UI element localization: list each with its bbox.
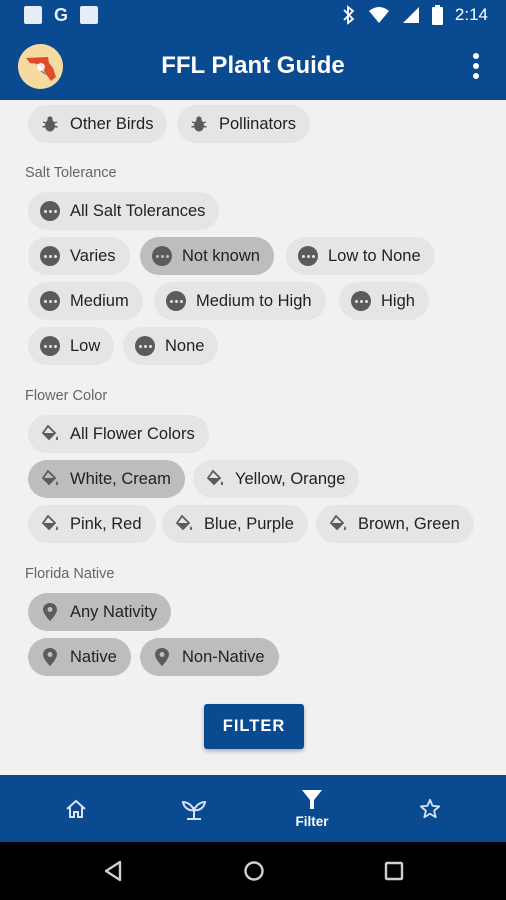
battery-icon (431, 5, 443, 25)
chip-label: Varies (70, 246, 116, 265)
more-horiz-icon (166, 291, 186, 311)
chip-not-known[interactable]: Not known (140, 237, 274, 275)
chip-label: Non-Native (182, 647, 265, 666)
chip-label: Not known (182, 246, 260, 265)
more-horiz-icon (152, 246, 172, 266)
chip-label: Other Birds (70, 114, 154, 133)
chip-any-nativity[interactable]: Any Nativity (28, 593, 172, 631)
app-screen: G 2:14 FFL Plant Guide Other Birds Polli… (0, 0, 506, 900)
bottom-navigation: Filter (0, 775, 506, 842)
more-horiz-icon (298, 246, 318, 266)
chip-low[interactable]: Low (28, 327, 115, 365)
chip-medium[interactable]: Medium (28, 282, 143, 320)
chip-all-salt-tolerances[interactable]: All Salt Tolerances (28, 192, 220, 230)
home-icon (66, 799, 86, 818)
section-label-florida-native: Florida Native (25, 566, 115, 582)
more-horiz-icon (351, 291, 371, 311)
google-notification-icon: G (54, 5, 69, 25)
nav-home[interactable] (46, 775, 106, 842)
section-label-flower-color: Flower Color (25, 388, 108, 404)
nav-filter[interactable]: Filter (282, 775, 342, 842)
wifi-icon (368, 7, 389, 23)
location-pin-icon (40, 602, 60, 622)
system-navigation-bar (0, 842, 506, 900)
chip-all-flower-colors[interactable]: All Flower Colors (28, 415, 209, 453)
location-pin-icon (152, 647, 172, 667)
paint-bucket-icon (40, 514, 60, 534)
app-title: FFL Plant Guide (161, 52, 345, 79)
chip-label: None (165, 336, 205, 355)
system-status-icons: 2:14 (342, 5, 488, 25)
star-icon (419, 798, 441, 818)
news-notification-icon (24, 6, 42, 24)
recents-icon[interactable] (383, 859, 405, 883)
bug-icon (189, 114, 209, 134)
chip-label: Medium to High (196, 291, 312, 310)
chip-native[interactable]: Native (28, 638, 131, 676)
chip-label: Brown, Green (358, 514, 460, 533)
chip-label: Native (70, 647, 117, 666)
chip-brown-green[interactable]: Brown, Green (316, 505, 474, 543)
chip-label: Low (70, 336, 101, 355)
paint-bucket-icon (40, 469, 60, 489)
chip-pink-red[interactable]: Pink, Red (28, 505, 156, 543)
chip-varies[interactable]: Varies (28, 237, 130, 275)
more-horiz-icon (40, 201, 60, 221)
chip-label: Yellow, Orange (235, 469, 346, 488)
home-circle-icon[interactable] (243, 859, 265, 883)
nav-plants[interactable] (164, 775, 224, 842)
chip-other-birds[interactable]: Other Birds (28, 105, 168, 143)
filter-content[interactable]: Other Birds Pollinators Salt Tolerance A… (0, 100, 506, 775)
nav-filter-label: Filter (295, 813, 329, 829)
filter-icon (302, 789, 322, 809)
chip-non-native[interactable]: Non-Native (140, 638, 279, 676)
more-horiz-icon (40, 291, 60, 311)
chip-label: White, Cream (70, 469, 171, 488)
sprout-icon (181, 800, 207, 820)
chip-label: All Flower Colors (70, 424, 195, 443)
app-bar: FFL Plant Guide (0, 33, 506, 100)
section-label-salt-tolerance: Salt Tolerance (25, 165, 117, 181)
chip-pollinators[interactable]: Pollinators (177, 105, 311, 143)
chip-none[interactable]: None (123, 327, 219, 365)
bug-icon (40, 114, 60, 134)
chip-label: Medium (70, 291, 129, 310)
chip-label: Low to None (328, 246, 421, 265)
chip-label: Blue, Purple (204, 514, 294, 533)
more-vert-icon[interactable] (464, 51, 488, 83)
chip-label: Pink, Red (70, 514, 142, 533)
location-pin-icon (40, 647, 60, 667)
back-icon[interactable] (102, 859, 124, 883)
paint-bucket-icon (328, 514, 348, 534)
chip-label: Pollinators (219, 114, 297, 133)
paint-bucket-icon (40, 424, 60, 444)
chip-low-to-none[interactable]: Low to None (286, 237, 435, 275)
chip-label: All Salt Tolerances (70, 201, 206, 220)
chip-high[interactable]: High (339, 282, 429, 320)
image-notification-icon (80, 6, 99, 24)
filter-button[interactable]: FILTER (204, 704, 304, 749)
chip-label: High (381, 291, 415, 310)
chip-white-cream[interactable]: White, Cream (28, 460, 185, 498)
chip-medium-to-high[interactable]: Medium to High (154, 282, 326, 320)
nav-favorites[interactable] (400, 775, 460, 842)
signal-icon (402, 7, 419, 23)
more-horiz-icon (40, 336, 60, 356)
chip-yellow-orange[interactable]: Yellow, Orange (193, 460, 360, 498)
bluetooth-icon (343, 5, 355, 25)
more-horiz-icon (135, 336, 155, 356)
paint-bucket-icon (205, 469, 225, 489)
more-horiz-icon (40, 246, 60, 266)
notification-icons: G (24, 5, 99, 25)
status-bar: G 2:14 (0, 0, 506, 33)
clock: 2:14 (454, 5, 488, 24)
chip-label: Any Nativity (70, 602, 158, 621)
chip-blue-purple[interactable]: Blue, Purple (162, 505, 308, 543)
paint-bucket-icon (174, 514, 194, 534)
